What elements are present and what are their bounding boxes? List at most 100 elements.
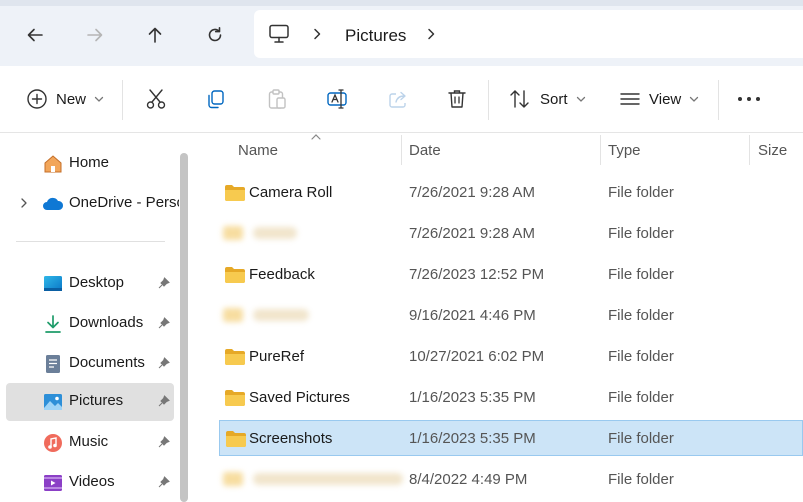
file-type: File folder	[608, 389, 674, 406]
sort-ascending-caret-icon	[311, 134, 321, 140]
sidebar-item-home[interactable]: Home	[6, 145, 174, 181]
this-pc-icon	[269, 24, 289, 43]
up-button[interactable]	[140, 20, 170, 50]
table-row[interactable]: 9/16/2021 4:46 PM File folder	[219, 298, 803, 332]
sidebar-item-pictures[interactable]: Pictures	[6, 383, 174, 421]
folder-icon	[226, 431, 246, 447]
forward-button[interactable]	[80, 20, 110, 50]
pin-icon[interactable]	[158, 277, 170, 289]
column-header-name[interactable]: Name	[238, 142, 278, 159]
file-name-redacted	[253, 309, 309, 321]
toolbar-divider	[718, 80, 719, 120]
column-divider[interactable]	[600, 135, 601, 165]
arrow-left-icon	[27, 28, 43, 42]
file-name: PureRef	[249, 348, 305, 365]
table-row[interactable]: Saved Pictures 1/16/2023 5:35 PM File fo…	[219, 380, 803, 414]
sort-button[interactable]: Sort	[508, 66, 586, 132]
chevron-down-icon	[690, 96, 699, 102]
trash-icon	[448, 90, 466, 108]
sidebar-item-label: OneDrive - Personal	[69, 194, 179, 211]
arrow-right-icon	[87, 28, 103, 42]
sidebar-item-downloads[interactable]: Downloads	[6, 305, 174, 341]
table-row[interactable]: 8/4/2022 4:49 PM File folder	[219, 462, 803, 496]
pin-icon[interactable]	[158, 317, 170, 329]
file-type: File folder	[608, 348, 674, 365]
table-row-selected[interactable]: Screenshots 1/16/2023 5:35 PM File folde…	[219, 420, 803, 456]
videos-icon	[44, 475, 62, 491]
file-date: 1/16/2023 5:35 PM	[409, 389, 536, 406]
sidebar-item-desktop[interactable]: Desktop	[6, 265, 174, 301]
share-icon	[389, 91, 406, 108]
rename-icon	[327, 89, 347, 109]
desktop-icon	[44, 276, 62, 291]
file-date: 7/26/2021 9:28 AM	[409, 225, 535, 242]
file-name: Feedback	[249, 266, 315, 283]
refresh-icon	[208, 27, 222, 42]
cut-button[interactable]	[145, 66, 167, 132]
chevron-right-icon	[314, 28, 321, 40]
pin-icon[interactable]	[158, 436, 170, 448]
chevron-right-icon[interactable]	[20, 198, 28, 208]
sidebar-item-label: Desktop	[69, 274, 125, 291]
folder-icon	[223, 226, 243, 240]
folder-icon	[225, 267, 245, 283]
chevron-right-icon[interactable]	[426, 28, 436, 40]
file-type: File folder	[608, 225, 674, 242]
column-header-date[interactable]: Date	[409, 142, 441, 159]
new-button[interactable]: New	[26, 66, 104, 132]
sidebar-item-onedrive[interactable]: OneDrive - Personal	[6, 185, 179, 221]
navigation-bar: Pictures	[0, 0, 803, 66]
rename-button[interactable]	[326, 66, 350, 132]
more-options-icon	[738, 97, 760, 101]
sidebar-item-label: Home	[69, 154, 110, 171]
column-divider[interactable]	[401, 135, 402, 165]
paste-button[interactable]	[266, 66, 288, 132]
view-label: View	[649, 90, 682, 108]
view-list-icon	[620, 93, 640, 105]
sort-label: Sort	[540, 90, 568, 108]
see-more-button[interactable]	[737, 66, 761, 132]
view-button[interactable]: View	[619, 66, 699, 132]
column-header-size[interactable]: Size	[758, 142, 787, 159]
file-date: 7/26/2023 12:52 PM	[409, 266, 545, 283]
sidebar-item-music[interactable]: Music	[6, 424, 174, 460]
share-button[interactable]	[387, 66, 409, 132]
copy-icon	[208, 90, 224, 109]
pin-icon[interactable]	[158, 476, 170, 488]
folder-icon	[225, 349, 245, 365]
table-row[interactable]: Feedback 7/26/2023 12:52 PM File folder	[219, 257, 803, 291]
sidebar-scrollbar[interactable]	[180, 153, 188, 502]
file-name: Screenshots	[249, 430, 333, 447]
pin-icon[interactable]	[158, 357, 170, 369]
table-row[interactable]: 7/26/2021 9:28 AM File folder	[219, 216, 803, 250]
file-date: 10/27/2021 6:02 PM	[409, 348, 545, 365]
music-icon	[44, 434, 62, 452]
refresh-button[interactable]	[200, 20, 230, 50]
back-button[interactable]	[20, 20, 50, 50]
sidebar-item-label: Documents	[69, 354, 145, 371]
file-type: File folder	[608, 307, 674, 324]
pictures-icon	[44, 394, 62, 410]
toolbar-divider	[488, 80, 489, 120]
title-strip	[0, 0, 803, 6]
plus-circle-icon	[27, 89, 47, 109]
address-bar[interactable]: Pictures	[254, 10, 803, 58]
chevron-down-icon	[94, 96, 104, 102]
breadcrumb-pictures[interactable]: Pictures	[345, 26, 406, 46]
file-name-redacted	[253, 473, 403, 485]
file-type: File folder	[608, 430, 674, 447]
file-date: 7/26/2021 9:28 AM	[409, 184, 535, 201]
table-row[interactable]: Camera Roll 7/26/2021 9:28 AM File folde…	[219, 175, 803, 209]
sort-icon	[510, 90, 529, 108]
column-header-type[interactable]: Type	[608, 142, 641, 159]
sidebar-item-videos[interactable]: Videos	[6, 464, 174, 500]
delete-button[interactable]	[446, 66, 468, 132]
sidebar-item-documents[interactable]: Documents	[6, 345, 174, 381]
file-type: File folder	[608, 266, 674, 283]
sidebar-item-label: Videos	[69, 473, 115, 490]
pin-icon[interactable]	[158, 395, 170, 407]
column-divider[interactable]	[749, 135, 750, 165]
copy-button[interactable]	[205, 66, 227, 132]
sidebar-divider	[16, 241, 165, 242]
table-row[interactable]: PureRef 10/27/2021 6:02 PM File folder	[219, 339, 803, 373]
